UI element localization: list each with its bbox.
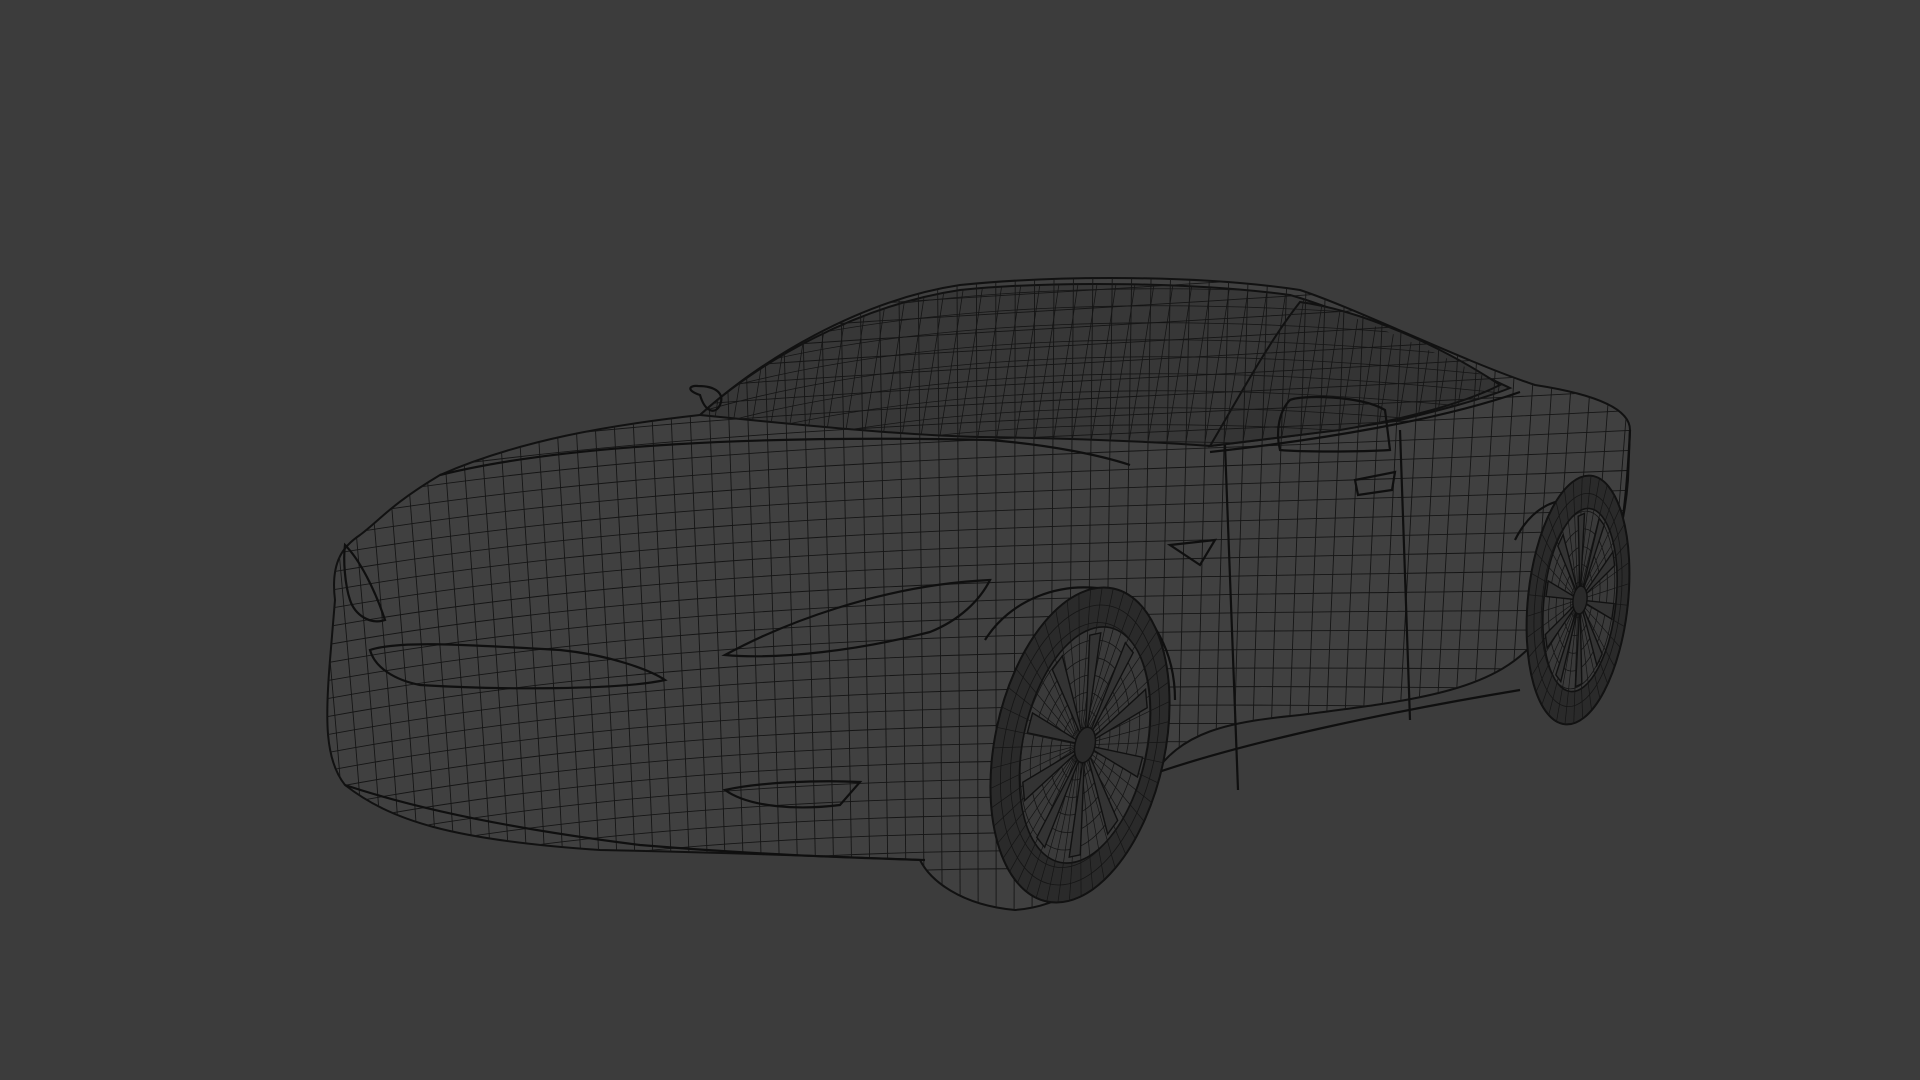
car-body xyxy=(326,277,1632,912)
car-wireframe-render xyxy=(326,277,1632,912)
mesh-edge xyxy=(1623,278,1631,910)
3d-viewport[interactable] xyxy=(0,0,1920,1080)
